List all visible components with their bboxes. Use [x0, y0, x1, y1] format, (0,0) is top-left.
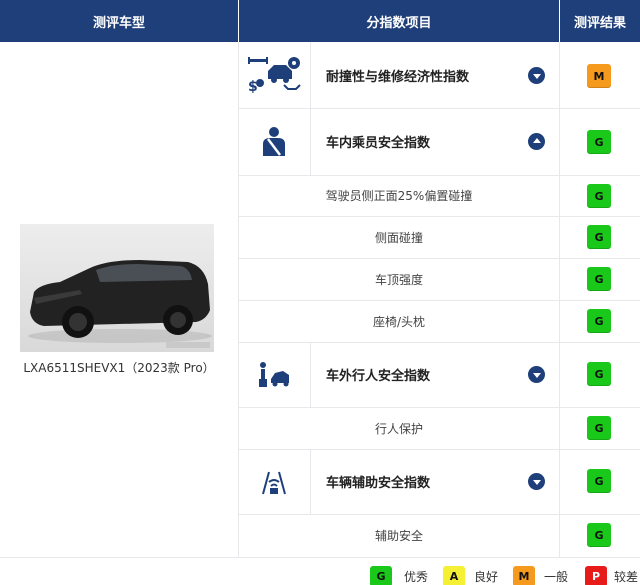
sub-item-roof-strength: 车顶强度: [374, 272, 423, 287]
rating-badge-occupant: G: [587, 130, 611, 154]
chevron-down-icon: [532, 480, 541, 485]
vehicle-photo: [20, 224, 214, 352]
sub-item-side-impact: 侧面碰撞: [374, 230, 423, 245]
expand-toggle-crash-repair[interactable]: [528, 67, 545, 84]
sub-item-pedestrian-protection: 行人保护: [374, 421, 423, 436]
index-occupant-label: 车内乘员安全指数: [326, 136, 431, 151]
legend-badge-p: P: [585, 566, 607, 585]
crash-repair-icon: $: [238, 42, 310, 108]
legend-badge-a: A: [443, 566, 465, 585]
expand-toggle-driver-assist[interactable]: [528, 473, 545, 490]
header-vehicle: 测评车型: [0, 0, 238, 42]
legend-badge-g: G: [370, 566, 392, 585]
sub-item-frontal-25-offset: 驾驶员侧正面25%偏置碰撞: [325, 189, 473, 203]
index-pedestrian-label: 车外行人安全指数: [326, 369, 431, 384]
expand-toggle-pedestrian[interactable]: [528, 366, 545, 383]
sub-item-assist-safety: 辅助安全: [374, 529, 423, 543]
seatbelt-occupant-icon: [238, 108, 310, 175]
rating-badge-assist-safety: G: [587, 523, 611, 547]
chevron-down-icon: [532, 373, 541, 378]
legend-badge-m: M: [513, 566, 535, 585]
index-crash-repair-label: 耐撞性与维修经济性指数: [326, 69, 470, 85]
rating-badge-frontal-25-offset: G: [587, 184, 611, 208]
svg-text:$: $: [248, 79, 258, 95]
pedestrian-icon: [238, 342, 310, 407]
rating-badge-crash-repair: M: [587, 64, 611, 88]
legend-text-good: 良好: [474, 570, 499, 584]
expand-toggle-occupant[interactable]: [528, 133, 545, 150]
header-result: 测评结果: [560, 0, 640, 42]
rating-badge-driver-assist: G: [587, 469, 611, 493]
rating-badge-side-impact: G: [587, 225, 611, 249]
chevron-up-icon: [532, 138, 541, 143]
vehicle-name: LXA6511SHEVX1（2023款 Pro）: [23, 361, 215, 375]
index-driver-assist-label: 车辆辅助安全指数: [326, 476, 431, 491]
rating-badge-pedestrian: G: [587, 362, 611, 386]
header-index-items: 分指数项目: [239, 0, 559, 42]
rating-badge-roof-strength: G: [587, 267, 611, 291]
legend-text-excellent: 优秀: [404, 570, 429, 584]
rating-badge-seat-headrest: G: [587, 309, 611, 333]
chevron-down-icon: [532, 74, 541, 79]
legend-text-average: 一般: [544, 570, 569, 584]
driver-assist-icon: [238, 449, 310, 514]
legend-text-poor: 较差: [614, 570, 639, 584]
sub-item-seat-headrest: 座椅/头枕: [372, 314, 426, 329]
rating-badge-pedestrian-protection: G: [587, 416, 611, 440]
